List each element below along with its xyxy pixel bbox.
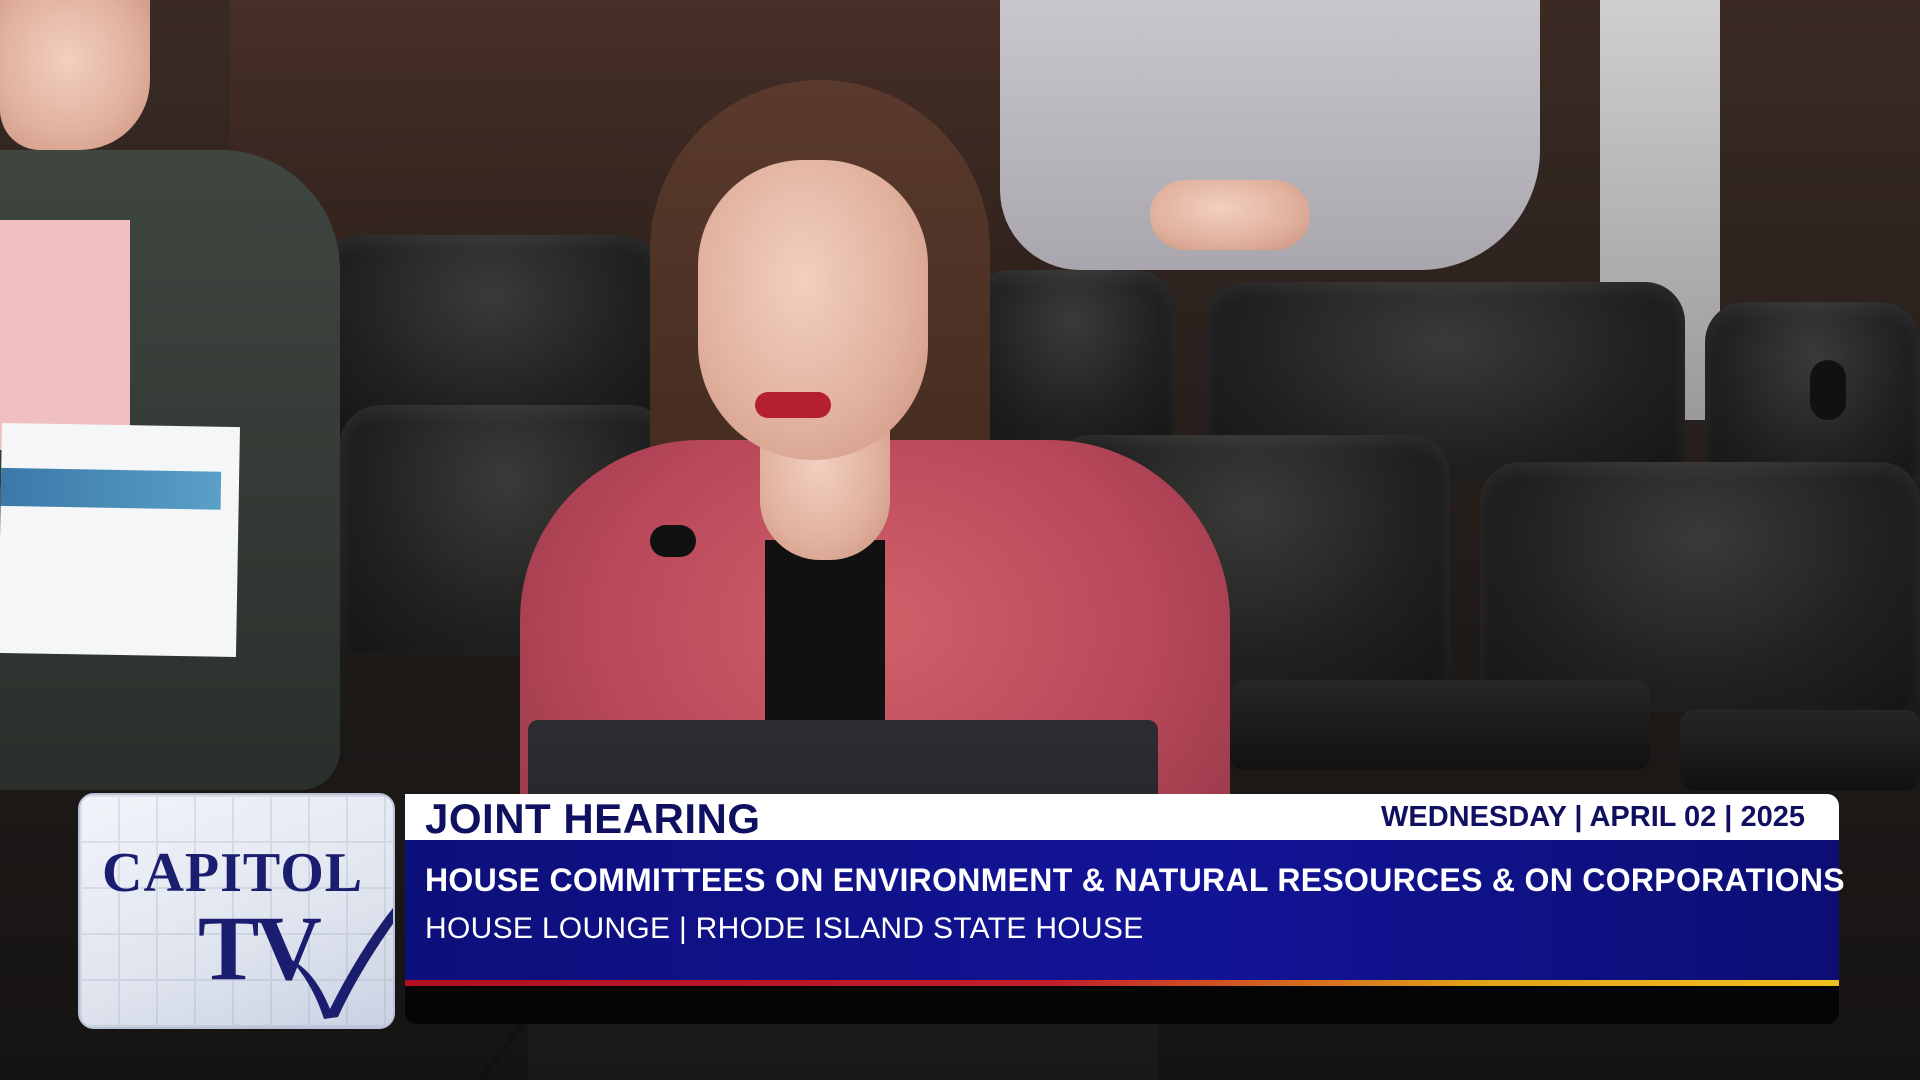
hearing-title: JOINT HEARING	[425, 795, 761, 842]
side-person-shirt	[0, 220, 130, 450]
chair	[970, 270, 1175, 440]
chair-seat	[1680, 710, 1920, 790]
chair	[1480, 462, 1920, 712]
lower-third-header: JOINT HEARING WEDNESDAY | APRIL 02 | 202…	[405, 794, 1839, 842]
speaker-lips	[755, 392, 831, 418]
hearing-location: HOUSE LOUNGE | RHODE ISLAND STATE HOUSE	[425, 912, 1144, 945]
speaker-top	[765, 540, 885, 740]
desk-microphone-head	[650, 525, 696, 557]
committee-name: HOUSE COMMITTEES ON ENVIRONMENT & NATURA…	[425, 862, 1845, 898]
capitol-tv-logo: CAPITOL TV	[78, 793, 395, 1029]
handout	[0, 422, 240, 658]
checkmark-icon	[290, 908, 393, 1019]
side-person-face	[0, 0, 150, 150]
lower-third-banner: HOUSE COMMITTEES ON ENVIRONMENT & NATURA…	[405, 840, 1845, 982]
hearing-date: WEDNESDAY | APRIL 02 | 2025	[1380, 801, 1805, 833]
lower-third-footer-bar	[405, 986, 1839, 1024]
desk-microphone-right	[1810, 360, 1846, 420]
chair-seat	[1230, 680, 1650, 770]
background-hands	[1150, 180, 1310, 250]
